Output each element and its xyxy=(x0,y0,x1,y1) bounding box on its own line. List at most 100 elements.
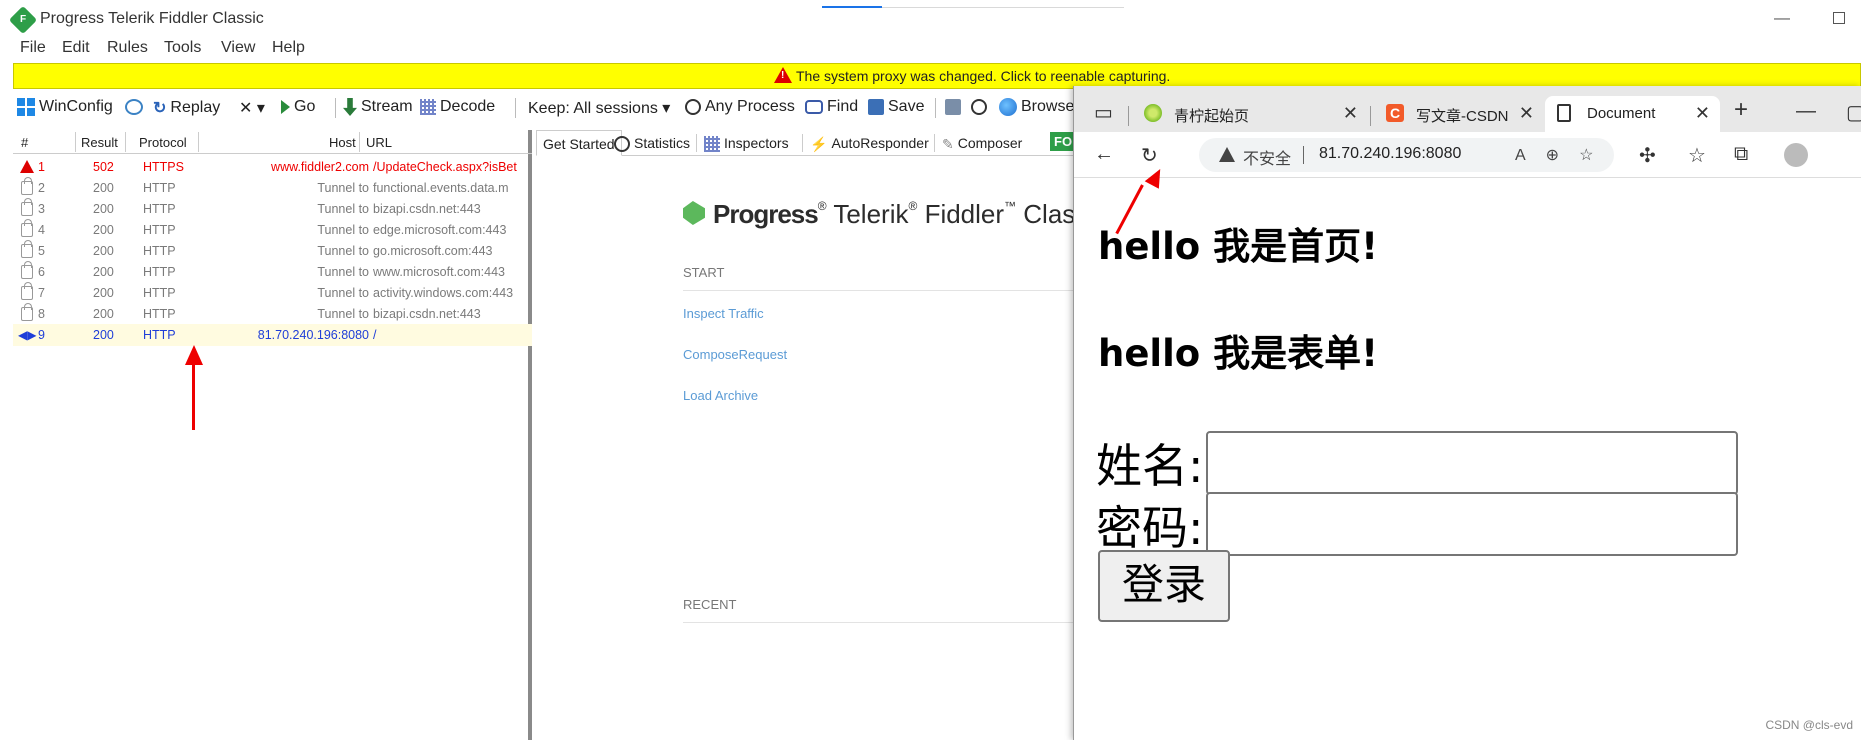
lock-icon xyxy=(21,219,33,237)
lock-icon xyxy=(21,261,33,279)
login-button[interactable]: 登录 xyxy=(1098,550,1230,622)
decode-button[interactable]: Decode xyxy=(420,98,495,116)
proxy-warning-text: The system proxy was changed. Click to r… xyxy=(796,68,1171,84)
inspect-traffic-link[interactable]: Inspect Traffic xyxy=(683,306,764,321)
url-action-icons[interactable]: A⊕☆ xyxy=(1515,145,1613,165)
browser-tab-qingning[interactable]: 青柠起始页 ✕ xyxy=(1132,96,1368,132)
menu-help[interactable]: Help xyxy=(272,39,305,57)
fiddler-toolbar: WinConfig ↻ Replay ✕ ▾ Go Stream Decode K… xyxy=(13,92,1074,122)
collections-icon[interactable]: ⧉ xyxy=(1734,143,1748,166)
load-archive-link[interactable]: Load Archive xyxy=(683,388,758,403)
close-tab-icon[interactable]: ✕ xyxy=(1519,103,1534,124)
lock-icon xyxy=(21,240,33,258)
browser-icon xyxy=(999,98,1017,116)
session-row[interactable]: 4 200 HTTP Tunnel to edge.microsoft.com:… xyxy=(13,219,532,241)
menu-tools[interactable]: Tools xyxy=(164,39,201,57)
insecure-warning-icon xyxy=(1219,147,1235,162)
stream-icon xyxy=(343,98,357,116)
col-url[interactable]: URL xyxy=(366,135,392,150)
extensions-icon[interactable]: ✣ xyxy=(1639,143,1656,168)
inspector-tabs: Get Started Statistics Inspectors ⚡ AutoR… xyxy=(536,130,1096,156)
replay-button[interactable]: ↻ Replay xyxy=(153,98,220,118)
col-num[interactable]: # xyxy=(21,135,28,150)
stream-button[interactable]: Stream xyxy=(343,98,413,116)
refresh-button[interactable]: ↻ xyxy=(1141,143,1158,168)
play-icon xyxy=(281,99,290,114)
browser-maximize-button[interactable]: ▢ xyxy=(1846,100,1861,125)
session-row[interactable]: 6 200 HTTP Tunnel to www.microsoft.com:4… xyxy=(13,261,532,283)
session-row[interactable]: 3 200 HTTP Tunnel to bizapi.csdn.net:443 xyxy=(13,198,532,220)
browser-address-bar: ← ↻ 不安全 81.70.240.196:8080 A⊕☆ ✣ ☆ ⧉ xyxy=(1074,132,1861,178)
close-tab-icon[interactable]: ✕ xyxy=(1695,103,1710,124)
web-page-content: hello 我是首页! hello 我是表单! 姓名: 密码: xyxy=(1074,178,1861,740)
session-row[interactable]: 2 200 HTTP Tunnel to functional.events.d… xyxy=(13,177,532,199)
go-button[interactable]: Go xyxy=(281,98,315,116)
brand-logo: Progress® Telerik® Fiddler™ Classic xyxy=(713,199,1108,229)
compose-request-link[interactable]: ComposeRequest xyxy=(683,347,787,362)
password-label: 密码: xyxy=(1096,501,1204,555)
col-result[interactable]: Result xyxy=(81,135,118,150)
browse-button[interactable]: Browse xyxy=(999,98,1074,116)
browser-tab-csdn[interactable]: C 写文章-CSDN ✕ xyxy=(1374,96,1544,132)
fiddler-title-bar: F Progress Telerik Fiddler Classic — xyxy=(0,0,1861,35)
url-text[interactable]: 81.70.240.196:8080 xyxy=(1319,145,1461,163)
session-row[interactable]: 8 200 HTTP Tunnel to bizapi.csdn.net:443 xyxy=(13,303,532,325)
remove-dropdown-button[interactable]: ✕ ▾ xyxy=(239,98,265,118)
tab-inspectors[interactable]: Inspectors xyxy=(704,130,789,156)
menu-edit[interactable]: Edit xyxy=(62,39,90,57)
browser-tab-bar: ▭ 青柠起始页 ✕ C 写文章-CSDN ✕ Document ✕ + — ▢ xyxy=(1074,86,1861,132)
comment-button[interactable] xyxy=(125,98,147,116)
document-icon xyxy=(1557,104,1571,122)
minimize-button[interactable]: — xyxy=(1774,10,1790,28)
save-button[interactable]: Save xyxy=(868,98,924,116)
favorites-icon[interactable]: ☆ xyxy=(1688,143,1706,168)
name-input[interactable] xyxy=(1206,431,1738,495)
tab-statistics[interactable]: Statistics xyxy=(614,130,690,156)
url-box[interactable]: 不安全 81.70.240.196:8080 A⊕☆ xyxy=(1199,138,1614,172)
browser-minimize-button[interactable]: — xyxy=(1796,100,1816,123)
tab-actions-icon[interactable]: ▭ xyxy=(1094,100,1113,125)
any-process-button[interactable]: Any Process xyxy=(685,98,795,116)
tab-autoresponder[interactable]: ⚡ AutoResponder xyxy=(810,130,929,156)
menu-view[interactable]: View xyxy=(221,39,255,57)
progress-logo-icon xyxy=(683,201,705,225)
tab-composer[interactable]: ✎ Composer xyxy=(942,130,1022,156)
close-tab-icon[interactable]: ✕ xyxy=(1343,103,1358,124)
lock-icon xyxy=(21,198,33,216)
start-label: START xyxy=(683,265,725,280)
col-protocol[interactable]: Protocol xyxy=(139,135,187,150)
find-button[interactable]: Find xyxy=(805,98,858,116)
session-row-selected[interactable]: ◀▶ 9 200 HTTP 81.70.240.196:8080 / xyxy=(13,324,532,346)
heading-home: hello 我是首页! xyxy=(1098,225,1378,268)
sessions-header: # Result Protocol Host URL xyxy=(13,130,532,154)
maximize-button[interactable] xyxy=(1833,12,1845,24)
screenshot-button[interactable] xyxy=(945,98,965,116)
session-row[interactable]: 7 200 HTTP Tunnel to activity.windows.co… xyxy=(13,282,532,304)
password-input[interactable] xyxy=(1206,492,1738,556)
session-row[interactable]: 1 502 HTTPS www.fiddler2.com /UpdateChec… xyxy=(13,156,532,178)
comment-icon xyxy=(125,98,143,115)
profile-avatar[interactable] xyxy=(1784,143,1808,167)
clock-icon xyxy=(971,98,987,115)
session-row[interactable]: 5 200 HTTP Tunnel to go.microsoft.com:44… xyxy=(13,240,532,262)
windows-icon xyxy=(17,98,35,116)
lime-icon xyxy=(1144,104,1162,122)
crosshair-icon xyxy=(685,98,701,115)
back-button[interactable]: ← xyxy=(1094,143,1114,166)
inspector-icon xyxy=(704,136,720,153)
sessions-list: # Result Protocol Host URL 1 502 HTTPS w… xyxy=(13,130,532,740)
lock-icon xyxy=(21,282,33,300)
new-tab-button[interactable]: + xyxy=(1734,96,1748,124)
replay-icon: ↻ xyxy=(153,100,167,117)
timer-button[interactable] xyxy=(971,98,991,116)
browser-tab-document[interactable]: Document ✕ xyxy=(1545,96,1720,132)
menu-file[interactable]: File xyxy=(20,39,46,57)
menu-bar: File Edit Rules Tools View Help xyxy=(0,34,900,60)
winconfig-button[interactable]: WinConfig xyxy=(17,98,113,116)
keep-sessions-dropdown[interactable]: Keep: All sessions ▾ xyxy=(528,98,670,118)
tab-get-started[interactable]: Get Started xyxy=(536,130,622,156)
lightning-icon: ⚡ xyxy=(810,135,828,152)
menu-rules[interactable]: Rules xyxy=(107,39,148,57)
col-host[interactable]: Host xyxy=(329,135,356,150)
save-icon xyxy=(868,98,884,115)
